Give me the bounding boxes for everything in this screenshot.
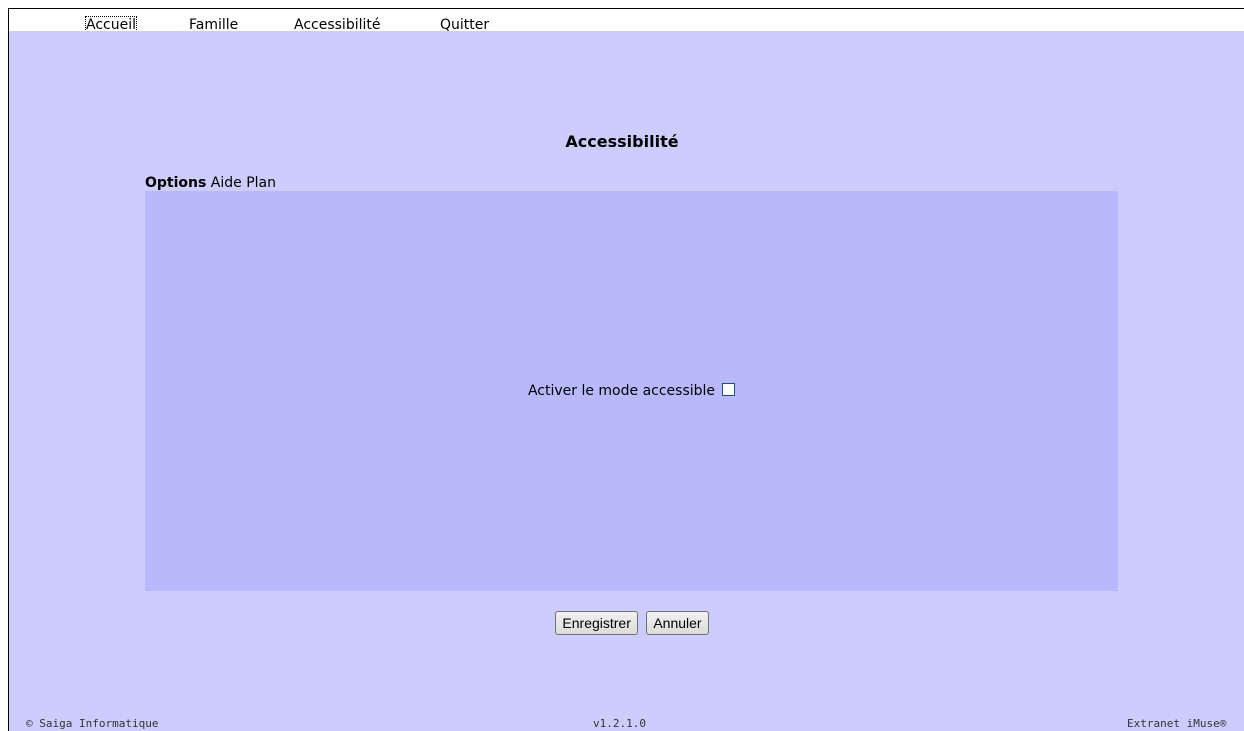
- footer-product-name: Extranet iMuse®: [1127, 717, 1227, 730]
- cancel-button[interactable]: Annuler: [646, 611, 709, 635]
- tab-plan[interactable]: Plan: [246, 175, 276, 191]
- tab-options[interactable]: Options: [145, 175, 206, 191]
- options-panel: Activer le mode accessible: [145, 191, 1118, 591]
- footer-copyright: © Saiga Informatique: [26, 717, 159, 730]
- accessible-mode-row: Activer le mode accessible: [145, 191, 1118, 591]
- accessible-mode-checkbox[interactable]: [722, 382, 736, 396]
- top-menu-bar: Accueil Famille Accessibilité Quitter: [9, 9, 1244, 34]
- tab-bar: Options Aide Plan: [145, 175, 276, 191]
- page-title: Accessibilité: [565, 132, 679, 151]
- save-button[interactable]: Enregistrer: [555, 611, 638, 635]
- form-buttons: Enregistrer Annuler: [0, 611, 1244, 635]
- accessible-mode-label: Activer le mode accessible: [527, 383, 716, 399]
- footer-version: v1.2.1.0: [593, 717, 646, 730]
- tab-aide[interactable]: Aide: [211, 175, 242, 191]
